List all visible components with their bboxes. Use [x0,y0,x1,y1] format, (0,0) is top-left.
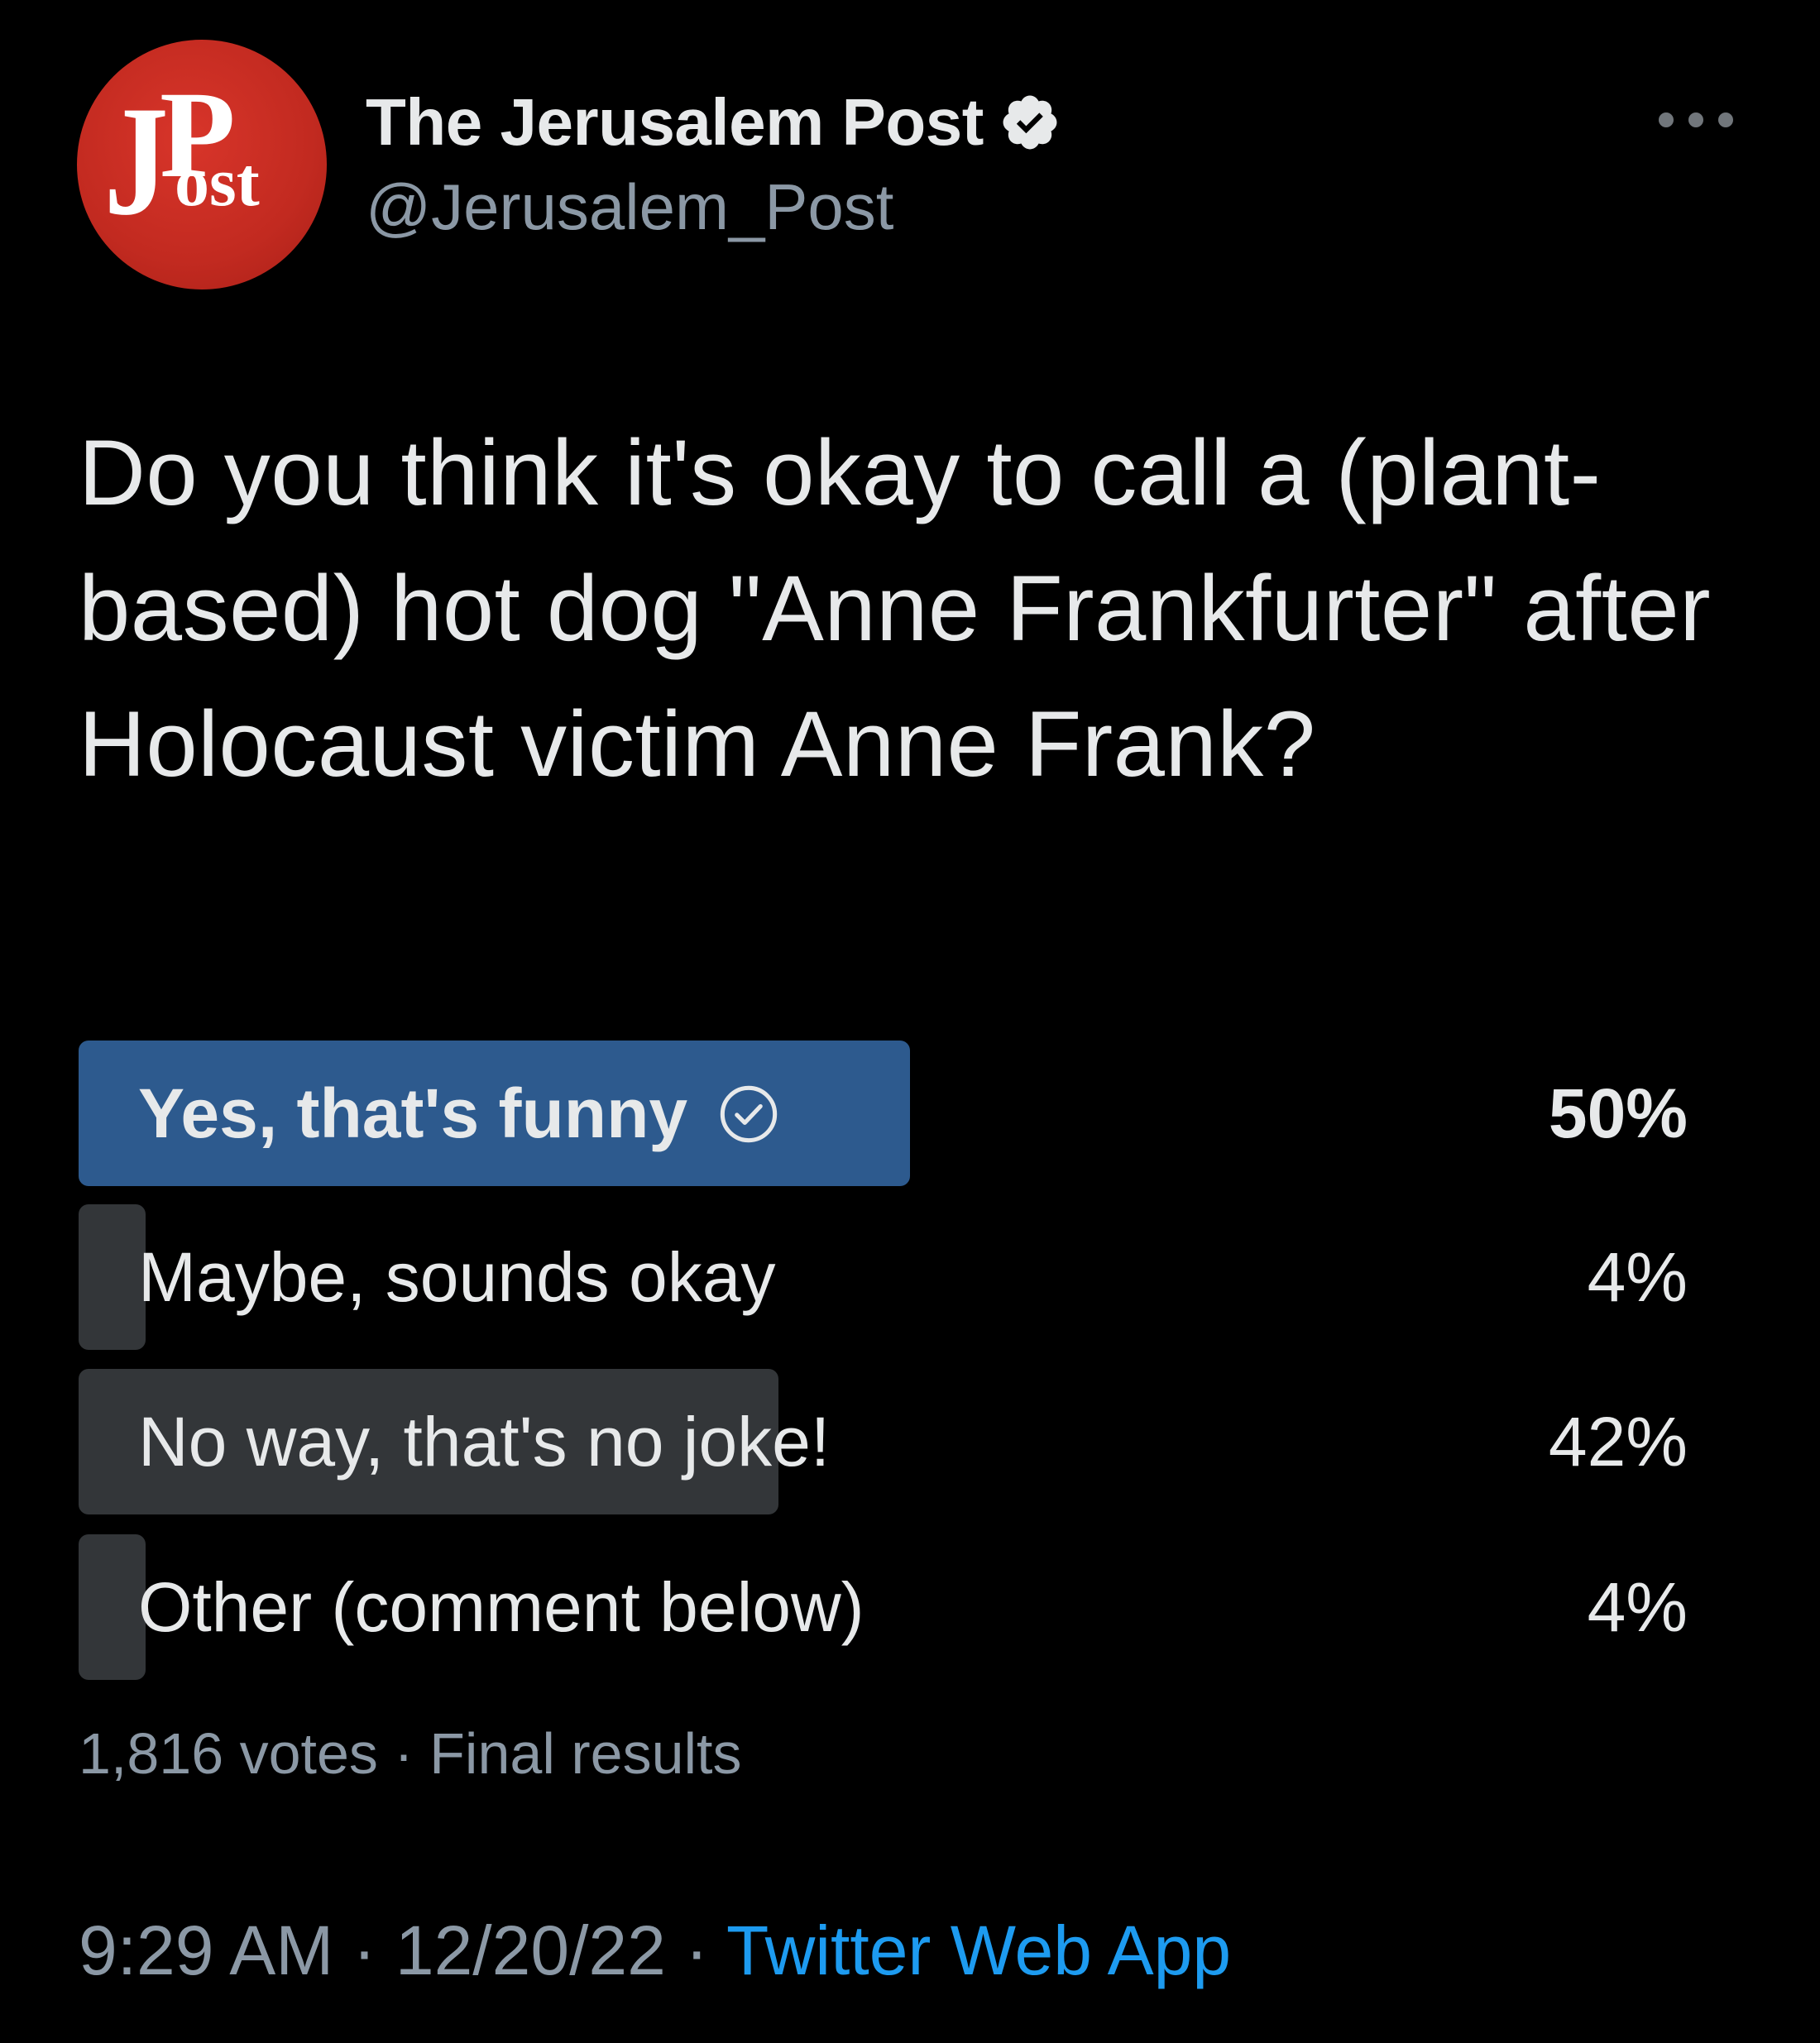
poll-option-label: No way, that's no joke! [138,1402,831,1481]
tweet: J P ost The Jerusalem Post @Jerusalem_Po… [0,0,1820,2043]
author-handle[interactable]: @Jerusalem_Post [366,170,893,245]
tweet-date[interactable]: 12/20/22 [395,1911,666,1989]
tweet-text: Do you think it's okay to call a (plant-… [79,421,1711,796]
poll-option-percent: 50% [1548,1074,1688,1152]
tweet-time[interactable]: 9:29 AM [79,1911,333,1989]
poll-option-label: Maybe, sounds okay [138,1237,776,1316]
avatar[interactable]: J P ost [77,40,327,289]
poll-option: No way, that's no joke! 42% [79,1369,1688,1514]
tweet-timestamp-row: 9:29 AM · 12/20/22 · Twitter Web App [79,1911,1231,1991]
more-dot [1718,112,1733,127]
tweet-source-link[interactable]: Twitter Web App [726,1911,1231,1989]
jpost-logo-icon: J P ost [104,66,260,248]
poll-status: Final results [429,1721,742,1786]
verified-badge-icon [999,91,1061,154]
poll-option-label: Other (comment below) [138,1567,864,1646]
poll-option-label-row: Yes, that's funny [138,1041,780,1186]
more-dot [1659,112,1674,127]
poll-bar [79,1204,146,1350]
poll-option-label: Yes, that's funny [138,1074,688,1152]
more-horizontal-icon[interactable] [1659,108,1733,132]
poll-votes: 1,816 votes [79,1721,378,1786]
svg-text:ost: ost [175,144,260,221]
author-display-name[interactable]: The Jerusalem Post [366,84,984,160]
poll-option: Maybe, sounds okay 4% [79,1204,1688,1350]
poll-meta: 1,816 votes · Final results [79,1720,742,1787]
separator: · [352,1911,376,1989]
more-dot [1688,112,1703,127]
poll-bar [79,1534,146,1680]
poll-option: Yes, that's funny 50% [79,1041,1688,1186]
check-circle-icon [717,1082,780,1145]
separator: · [685,1911,709,1989]
author-name-row[interactable]: The Jerusalem Post [366,81,1061,164]
separator: · [394,1721,414,1786]
poll-option: Other (comment below) 4% [79,1534,1688,1680]
poll-option-percent: 4% [1587,1237,1688,1316]
poll-option-percent: 4% [1587,1567,1688,1646]
poll-option-percent: 42% [1548,1402,1688,1481]
